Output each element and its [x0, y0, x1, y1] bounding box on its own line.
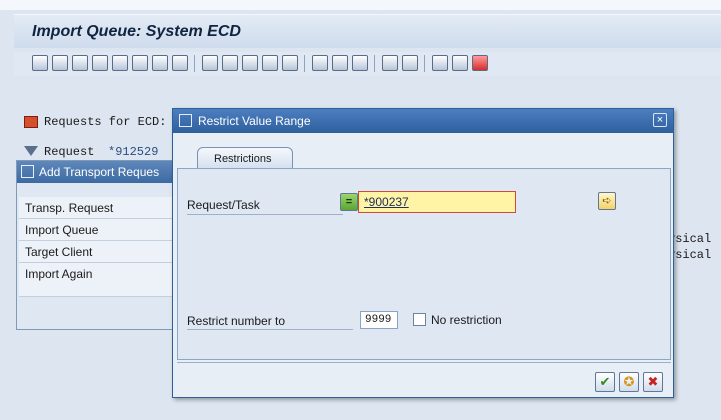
- filter-edit-icon[interactable]: [152, 55, 168, 71]
- field-underline: [187, 214, 343, 215]
- confirm-button[interactable]: ✔: [595, 372, 615, 392]
- restrict-value-range-dialog: Restrict Value Range × Restrictions Requ…: [172, 108, 674, 398]
- window-title: Import Queue: System ECD: [32, 23, 241, 40]
- dialog-title: Restrict Value Range: [198, 114, 311, 128]
- tab-label: Restrictions: [214, 153, 272, 165]
- request-filter-value: *912529: [108, 145, 159, 159]
- add-transport-request-panel: Add Transport Reques Transp. Request Imp…: [16, 160, 180, 330]
- row-label: Import Again: [25, 267, 93, 281]
- cancel-button[interactable]: ✖: [643, 372, 663, 392]
- toolbar-separator: [194, 55, 195, 72]
- title-bar: Import Queue: System ECD: [14, 14, 721, 48]
- table-row: Import Queue: [19, 219, 179, 241]
- tab-restrictions[interactable]: Restrictions: [197, 147, 293, 169]
- field-underline: [187, 329, 353, 330]
- transport-icon[interactable]: [242, 55, 258, 71]
- restrict-number-input[interactable]: 9999: [360, 311, 398, 329]
- truck-open-icon[interactable]: [352, 55, 368, 71]
- tree-icon[interactable]: [432, 55, 448, 71]
- no-restriction-label: No restriction: [431, 313, 502, 327]
- settings-icon[interactable]: [282, 55, 298, 71]
- no-restriction-checkbox[interactable]: [413, 313, 426, 326]
- row-label: Import Queue: [25, 223, 99, 237]
- row-label: Transp. Request: [25, 201, 114, 215]
- layout-icon[interactable]: [402, 55, 418, 71]
- restrict-number-label: Restrict number to: [187, 314, 286, 328]
- monitor-icon[interactable]: [382, 55, 398, 71]
- window-icon: [179, 114, 192, 127]
- row-label: Target Client: [25, 245, 93, 259]
- zoom-icon[interactable]: [112, 55, 128, 71]
- toolbar: [14, 52, 721, 76]
- table-row: Target Client: [19, 241, 179, 263]
- request-filter-label: Request: [44, 145, 95, 159]
- window-icon: [21, 165, 34, 178]
- truck-icon: [24, 116, 38, 128]
- top-strip: [0, 0, 721, 10]
- toolbar-separator: [374, 55, 375, 72]
- requests-label: Requests for ECD:: [44, 115, 167, 129]
- panel-title: Add Transport Reques: [39, 165, 160, 179]
- right-column-value: ysical: [668, 248, 712, 262]
- wrench-icon[interactable]: [172, 55, 188, 71]
- request-task-input[interactable]: *900237: [358, 191, 516, 213]
- dialog-header: Restrict Value Range ×: [173, 109, 673, 133]
- equal-sign-button[interactable]: =: [340, 193, 358, 211]
- table-row: Import Again: [19, 263, 179, 297]
- filter-icon[interactable]: [72, 55, 88, 71]
- document-icon[interactable]: [132, 55, 148, 71]
- display-icon[interactable]: [202, 55, 218, 71]
- panel-header: Add Transport Reques: [17, 161, 179, 183]
- filter-icon: [24, 146, 38, 156]
- table-row: Transp. Request: [19, 197, 179, 219]
- refresh-icon[interactable]: [32, 55, 48, 71]
- request-task-label: Request/Task: [187, 198, 260, 212]
- right-column-value: ysical: [668, 232, 712, 246]
- help-icon[interactable]: [472, 55, 488, 71]
- options-button[interactable]: ✪: [619, 372, 639, 392]
- truck-icon[interactable]: [332, 55, 348, 71]
- find-icon[interactable]: [92, 55, 108, 71]
- toolbar-separator: [424, 55, 425, 72]
- toolbar-separator: [304, 55, 305, 72]
- footer-divider: [177, 362, 671, 363]
- list-icon[interactable]: [222, 55, 238, 71]
- tab-strip: Restrictions: [177, 147, 671, 169]
- arrow-right-icon[interactable]: ➪: [598, 192, 616, 210]
- close-icon[interactable]: ×: [653, 113, 667, 127]
- lock-icon[interactable]: [312, 55, 328, 71]
- print-icon[interactable]: [52, 55, 68, 71]
- copy-icon[interactable]: [262, 55, 278, 71]
- grid-icon[interactable]: [452, 55, 468, 71]
